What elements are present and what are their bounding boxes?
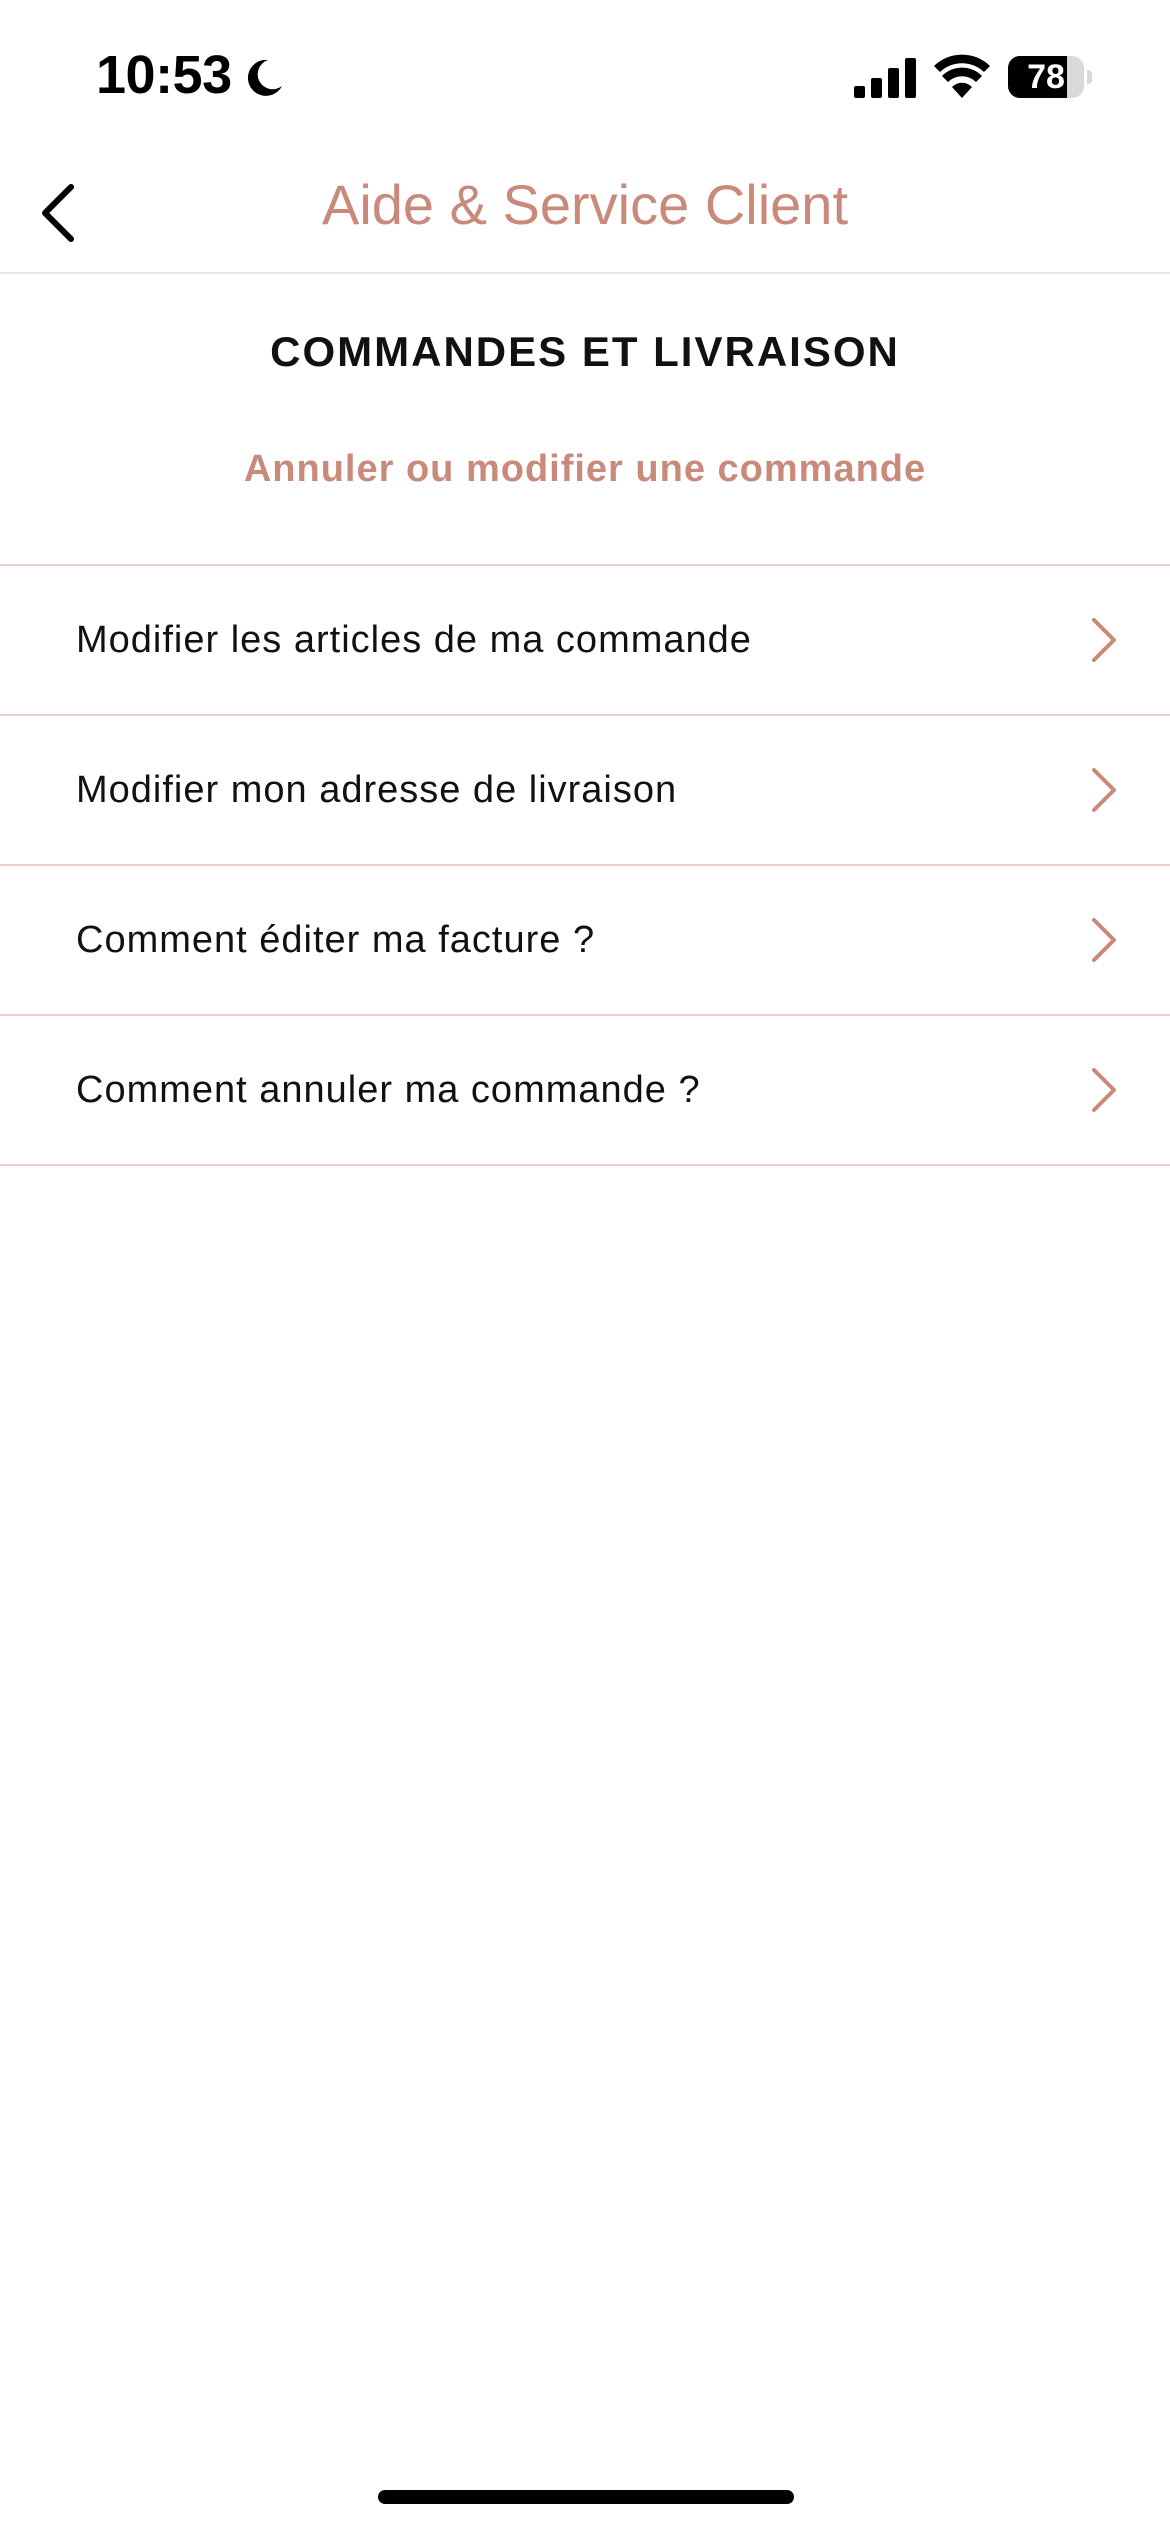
help-topic-list: Modifier les articles de ma commande Mod… [0, 564, 1170, 1166]
battery-tip [1087, 70, 1092, 84]
list-item-label: Modifier les articles de ma commande [76, 619, 752, 661]
chevron-left-icon [42, 184, 74, 242]
battery-level: 78 [1027, 58, 1065, 96]
list-item-label: Comment éditer ma facture ? [76, 919, 596, 961]
list-item-edit-invoice[interactable]: Comment éditer ma facture ? [0, 866, 1170, 1016]
back-button[interactable] [14, 168, 104, 258]
list-item-label: Modifier mon adresse de livraison [76, 769, 678, 811]
moon-icon [247, 59, 282, 96]
chevron-right-icon [1092, 1068, 1116, 1112]
battery-body: 78 [1008, 56, 1084, 98]
battery-icon: 78 [1008, 56, 1092, 98]
status-bar: 10:53 78 [0, 0, 1170, 150]
list-item-modify-address[interactable]: Modifier mon adresse de livraison [0, 716, 1170, 866]
list-item-modify-articles[interactable]: Modifier les articles de ma commande [0, 566, 1170, 716]
section-subtitle: Annuler ou modifier une commande [243, 448, 927, 490]
section-title: COMMANDES ET LIVRAISON [270, 328, 900, 375]
list-item-cancel-order[interactable]: Comment annuler ma commande ? [0, 1016, 1170, 1166]
status-time: 10:53 [96, 45, 232, 105]
wifi-icon [934, 54, 990, 98]
list-item-label: Comment annuler ma commande ? [76, 1069, 701, 1111]
nav-bar: Aide & Service Client [0, 150, 1170, 274]
page-title: Aide & Service Client [321, 173, 848, 236]
chevron-right-icon [1092, 618, 1116, 662]
chevron-right-icon [1092, 768, 1116, 812]
chevron-right-icon [1092, 918, 1116, 962]
signal-icon [854, 58, 916, 98]
home-indicator[interactable] [378, 2490, 794, 2504]
